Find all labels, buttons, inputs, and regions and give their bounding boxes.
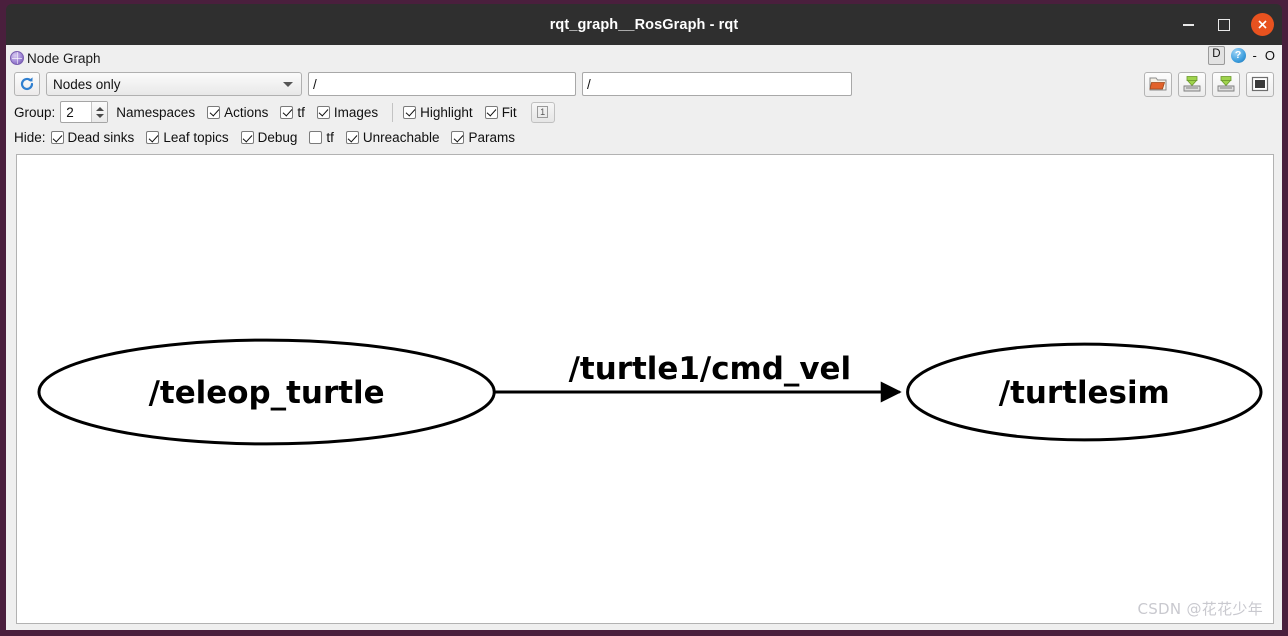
refresh-button[interactable] xyxy=(14,72,40,96)
checkbox-fit[interactable]: Fit xyxy=(484,104,517,120)
checkbox-images[interactable]: Images xyxy=(316,104,379,120)
group-value: 2 xyxy=(66,104,74,120)
graph-edge-label: /turtle1/cmd_vel xyxy=(569,351,852,387)
graph-node-turtlesim[interactable]: /turtlesim xyxy=(906,342,1263,442)
plugin-title-group: Node Graph xyxy=(10,51,101,66)
tf-label: tf xyxy=(297,104,305,120)
application-body: Node Graph D ? - O Nodes only / / Group:… xyxy=(6,45,1282,630)
topic-filter-input[interactable] xyxy=(308,72,576,96)
chevron-up-icon[interactable] xyxy=(95,106,104,111)
zoom-reset-button[interactable]: 1 xyxy=(530,101,555,123)
checkbox-icon[interactable] xyxy=(316,105,330,119)
chevron-down-icon[interactable] xyxy=(95,113,104,118)
group-label: Group: xyxy=(14,104,56,120)
plugin-header-actions: D ? - O xyxy=(1208,46,1276,65)
hide-tf-label: tf xyxy=(326,130,334,145)
checkbox-highlight[interactable]: Highlight xyxy=(403,105,473,120)
save-dot-icon xyxy=(1183,76,1201,92)
save-svg-icon xyxy=(1217,76,1235,92)
checkbox-icon[interactable] xyxy=(345,131,359,144)
graph-export-buttons xyxy=(1144,71,1274,97)
window-maximize-button[interactable] xyxy=(1213,14,1235,36)
checkbox-icon[interactable] xyxy=(50,131,64,144)
zoom-reset-label: 1 xyxy=(537,106,549,118)
checkbox-icon[interactable] xyxy=(309,131,323,144)
checkbox-icon[interactable] xyxy=(207,105,221,119)
hide-dead-sinks-label: Dead sinks xyxy=(67,130,135,145)
highlight-label: Highlight xyxy=(420,104,473,120)
watermark: CSDN @花花少年 xyxy=(1137,600,1263,618)
folder-open-icon xyxy=(1149,77,1167,91)
window-title: rqt_graph__RosGraph - rqt xyxy=(549,16,739,33)
window-controls xyxy=(1177,4,1274,45)
checkbox-icon[interactable] xyxy=(403,105,417,119)
actions-label: Actions xyxy=(224,104,269,120)
help-icon[interactable]: ? xyxy=(1230,47,1246,63)
graph-options-row: Group: 2 Namespaces Actions tf Images Hi… xyxy=(6,99,1282,125)
node-filter-input[interactable] xyxy=(582,72,852,96)
checkbox-icon[interactable] xyxy=(240,131,254,144)
save-image-icon xyxy=(1251,76,1269,92)
close-icon xyxy=(1258,20,1267,29)
save-image-button[interactable] xyxy=(1246,71,1274,97)
plugin-title: Node Graph xyxy=(27,50,101,66)
hide-debug-label: Debug xyxy=(257,130,298,145)
globe-icon xyxy=(10,51,24,65)
save-dot-button[interactable] xyxy=(1178,71,1206,97)
graph-hide-row: Hide: Dead sinks Leaf topics Debug tf Un… xyxy=(6,125,1282,150)
graph-toolbar: Nodes only xyxy=(6,69,1282,99)
checkbox-icon[interactable] xyxy=(484,105,498,119)
refresh-icon xyxy=(20,77,34,91)
graph-node-label: /teleop_turtle xyxy=(149,375,385,411)
checkbox-hide-params[interactable]: Params xyxy=(451,130,515,145)
ros-node-graph[interactable]: /turtle1/cmd_vel /teleop_turtle /turtles… xyxy=(17,155,1273,623)
load-dot-button[interactable] xyxy=(1144,71,1172,97)
graph-node-teleop-turtle[interactable]: /teleop_turtle xyxy=(37,338,496,446)
plugin-minimize-button[interactable]: - xyxy=(1252,49,1258,62)
graph-mode-value: Nodes only xyxy=(53,76,121,92)
checkbox-hide-leaf-topics[interactable]: Leaf topics xyxy=(146,130,229,145)
hide-unreachable-label: Unreachable xyxy=(362,130,440,145)
window-titlebar: rqt_graph__RosGraph - rqt xyxy=(6,4,1282,45)
checkbox-namespaces[interactable]: Namespaces xyxy=(116,105,195,120)
checkbox-hide-tf[interactable]: tf xyxy=(309,130,334,145)
chevron-down-icon xyxy=(283,81,293,87)
plugin-close-button[interactable]: O xyxy=(1264,49,1276,62)
checkbox-icon[interactable] xyxy=(280,105,294,119)
spinbox-arrows[interactable] xyxy=(91,102,108,122)
toolbar-divider xyxy=(392,102,394,122)
checkbox-icon[interactable] xyxy=(146,131,160,144)
window-minimize-button[interactable] xyxy=(1177,14,1199,36)
hide-leaf-topics-label: Leaf topics xyxy=(163,130,229,145)
checkbox-hide-unreachable[interactable]: Unreachable xyxy=(345,130,440,145)
graph-node-label: /turtlesim xyxy=(999,375,1170,411)
graph-canvas[interactable]: /turtle1/cmd_vel /teleop_turtle /turtles… xyxy=(16,154,1274,624)
images-label: Images xyxy=(333,104,379,120)
minimize-icon xyxy=(1182,23,1194,26)
graph-mode-combobox[interactable]: Nodes only xyxy=(46,72,302,96)
checkbox-hide-dead-sinks[interactable]: Dead sinks xyxy=(50,130,135,145)
hide-label: Hide: xyxy=(14,130,46,145)
dock-widget-button[interactable]: D xyxy=(1208,46,1225,65)
fit-label: Fit xyxy=(501,104,517,120)
hide-params-label: Params xyxy=(468,130,515,145)
window-close-button[interactable] xyxy=(1251,13,1274,36)
checkbox-actions[interactable]: Actions xyxy=(207,105,268,120)
checkbox-hide-debug[interactable]: Debug xyxy=(240,130,298,145)
namespaces-label: Namespaces xyxy=(116,104,196,120)
group-spinbox[interactable]: 2 xyxy=(60,101,109,123)
checkbox-tf[interactable]: tf xyxy=(280,105,305,120)
maximize-icon xyxy=(1218,18,1230,31)
application-window: rqt_graph__RosGraph - rqt Node Graph D ?… xyxy=(0,0,1288,636)
save-svg-button[interactable] xyxy=(1212,71,1240,97)
plugin-header: Node Graph D ? - O xyxy=(6,45,1282,69)
checkbox-icon[interactable] xyxy=(451,131,465,144)
